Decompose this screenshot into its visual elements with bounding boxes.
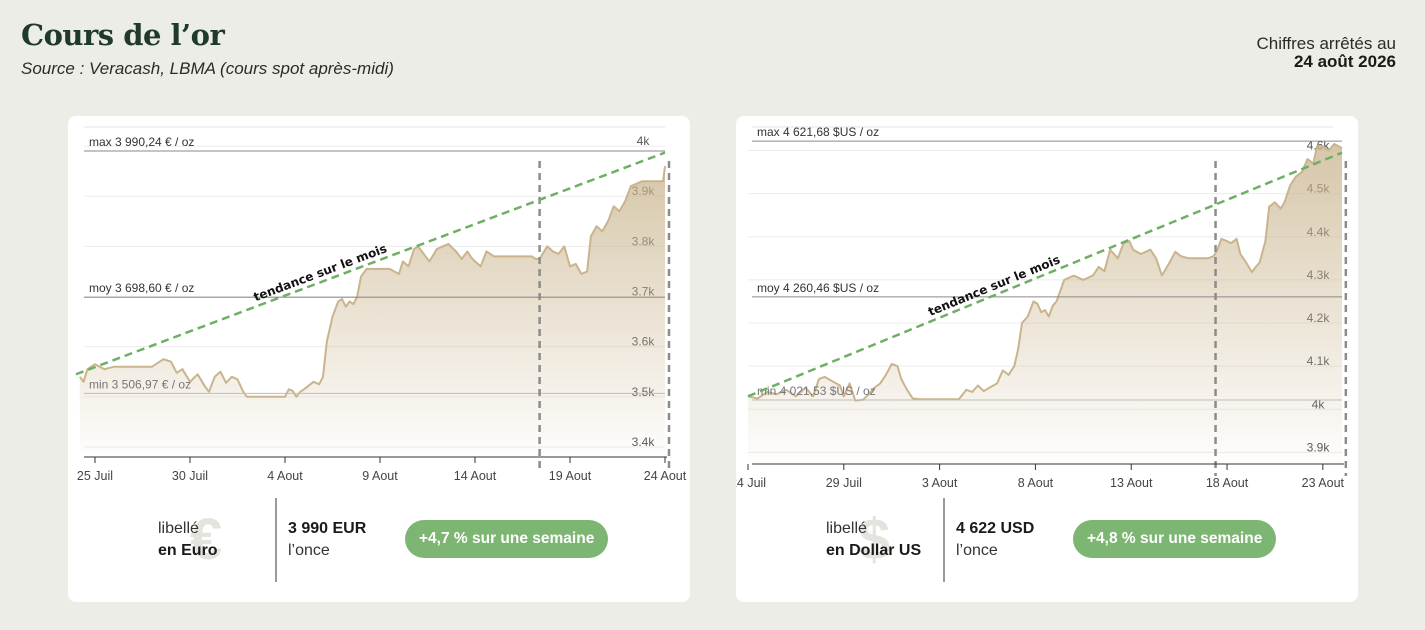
label-line1: libellé	[158, 520, 199, 537]
currency-label: libellé en Dollar US	[826, 518, 921, 562]
x-tick-label: 3 Aout	[922, 476, 958, 490]
x-tick-label: 4 Aout	[267, 469, 303, 483]
x-tick-label: 9 Aout	[362, 469, 398, 483]
x-tick-label: 14 Aout	[454, 469, 497, 483]
price-unit: l’once	[288, 542, 330, 559]
x-tick-label: 24 Juil	[736, 476, 766, 490]
price-unit: l’once	[956, 542, 998, 559]
x-tick-label: 23 Aout	[1302, 476, 1345, 490]
chart-euro: 3.4k3.5k3.6k3.7k3.8k3.9k4kmax 3 990,24 €…	[75, 126, 687, 483]
chart-card-dollar: 3.9k4k4.1k4.2k4.3k4.4k4.5k4.6kmax 4 621,…	[736, 116, 1358, 602]
trend-label: tendance sur le mois	[926, 252, 1062, 319]
price-value: 4 622 USD l’once	[956, 518, 1034, 562]
x-tick-label: 30 Juil	[172, 469, 208, 483]
price-amount: 4 622 USD	[956, 520, 1035, 537]
x-tick-label: 13 Aout	[1110, 476, 1153, 490]
weekly-change-badge: +4,7 % sur une semaine	[405, 520, 609, 558]
x-tick-label: 19 Aout	[549, 469, 592, 483]
chart-dollar: 3.9k4k4.1k4.2k4.3k4.4k4.5k4.6kmax 4 621,…	[736, 125, 1348, 490]
y-tick-label: 4k	[637, 134, 651, 148]
x-tick-label: 24 Aout	[644, 469, 687, 483]
asof-label: Chiffres arrêtés au	[1256, 34, 1396, 53]
footer-divider	[943, 498, 945, 582]
min-line-label: min 3 506,97 € / oz	[89, 377, 191, 391]
price-area	[79, 166, 666, 457]
label-line2: en Euro	[158, 542, 218, 559]
asof-block: Chiffres arrêtés au 24 août 2026	[1256, 35, 1396, 71]
x-tick-label: 25 Juil	[77, 469, 113, 483]
moy-line-label: moy 4 260,46 $US / oz	[757, 281, 879, 295]
label-line1: libellé	[826, 520, 867, 537]
max-line-label: max 3 990,24 € / oz	[89, 135, 194, 149]
x-tick-label: 29 Juil	[826, 476, 862, 490]
price-amount: 3 990 EUR	[288, 520, 367, 537]
x-tick-label: 8 Aout	[1018, 476, 1054, 490]
footer-divider	[275, 498, 277, 582]
moy-line-label: moy 3 698,60 € / oz	[89, 281, 194, 295]
page-title: Cours de l’or	[21, 18, 225, 52]
card-footer-euro: € libellé en Euro 3 990 EUR l’once +4,7 …	[68, 498, 690, 584]
asof-date: 24 août 2026	[1293, 52, 1396, 71]
max-line-label: max 4 621,68 $US / oz	[757, 125, 879, 139]
currency-label: libellé en Euro	[158, 518, 218, 562]
x-tick-label: 18 Aout	[1206, 476, 1249, 490]
price-area	[748, 144, 1342, 464]
chart-card-euro: 3.4k3.5k3.6k3.7k3.8k3.9k4kmax 3 990,24 €…	[68, 116, 690, 602]
page-subtitle: Source : Veracash, LBMA (cours spot aprè…	[21, 59, 394, 78]
weekly-change-badge: +4,8 % sur une semaine	[1073, 520, 1277, 558]
label-line2: en Dollar US	[826, 542, 922, 559]
price-value: 3 990 EUR l’once	[288, 518, 366, 562]
card-footer-dollar: $ libellé en Dollar US 4 622 USD l’once …	[736, 498, 1358, 584]
